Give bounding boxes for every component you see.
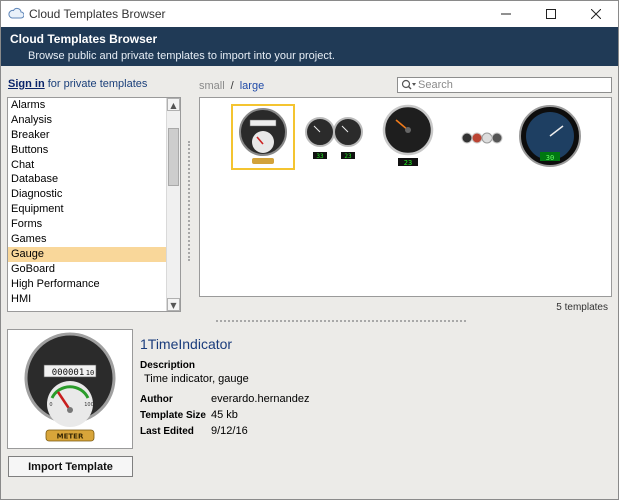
author-row: Author everardo.hernandez <box>140 393 309 405</box>
window-title: Cloud Templates Browser <box>29 7 166 21</box>
view-small-link[interactable]: small <box>199 80 225 92</box>
template-thumb-1timeindicator[interactable] <box>231 104 295 170</box>
edited-value: 9/12/16 <box>211 425 248 437</box>
template-gallery: 33 23 23 30 <box>199 97 612 297</box>
horizontal-splitter[interactable] <box>216 320 466 322</box>
preview-counter: 000001 <box>52 368 85 378</box>
twin-gauge-icon: 33 23 <box>305 117 363 160</box>
header-title: Cloud Templates Browser <box>10 32 158 46</box>
template-thumb-speedometer[interactable]: 23 <box>378 104 442 170</box>
signin-link[interactable]: Sign in <box>8 78 45 90</box>
template-thumb-twin-gauges[interactable]: 33 23 <box>304 104 368 170</box>
category-item[interactable]: Equipment <box>8 202 166 217</box>
preview-counter-tail: 10 <box>86 369 94 377</box>
category-item[interactable]: Gauge <box>8 246 166 262</box>
template-thumb-mini-gauges[interactable] <box>455 104 519 170</box>
close-button[interactable] <box>573 1 618 27</box>
category-item[interactable]: Breaker <box>8 128 166 143</box>
scroll-up-arrow[interactable]: ▲ <box>167 98 180 111</box>
cloud-icon <box>8 7 24 19</box>
description-label: Description <box>140 360 196 371</box>
category-item[interactable]: Analysis <box>8 113 166 128</box>
edited-row: Last Edited 9/12/16 <box>140 425 248 437</box>
category-item[interactable]: HMI <box>8 292 166 307</box>
preview-meter-label: METER <box>57 433 84 441</box>
search-box[interactable] <box>397 77 612 93</box>
signin-text: for private templates <box>44 78 148 90</box>
view-separator: / <box>230 80 234 92</box>
speedometer-readout: 23 <box>404 159 412 166</box>
mini-gauges-icon <box>461 132 503 144</box>
category-item[interactable]: Alarms <box>8 98 166 113</box>
author-value: everardo.hernandez <box>211 393 310 405</box>
scroll-thumb[interactable] <box>168 128 179 186</box>
time-indicator-preview-icon: 000001 10 0 100 METER <box>24 332 116 442</box>
twin-gauge-readout-left: 33 <box>316 153 324 160</box>
maximize-icon <box>545 9 556 19</box>
template-thumb-blue-dial[interactable]: 30 <box>516 104 584 170</box>
speedometer-gauge-icon: 23 <box>382 104 434 167</box>
preview-scale-high: 100 <box>84 402 94 408</box>
author-label: Author <box>140 394 173 405</box>
category-item[interactable]: High Performance <box>8 277 166 292</box>
size-row: Template Size 45 kb <box>140 409 238 421</box>
signin-line: Sign in for private templates <box>8 78 147 90</box>
category-item[interactable]: Buttons <box>8 143 166 158</box>
size-value: 45 kb <box>211 409 238 421</box>
time-indicator-gauge-icon <box>239 108 287 164</box>
title-bar: Cloud Templates Browser <box>1 1 618 27</box>
maximize-button[interactable] <box>528 1 573 27</box>
category-item[interactable]: Games <box>8 232 166 247</box>
scroll-down-arrow[interactable]: ▼ <box>167 298 180 311</box>
template-name: 1TimeIndicator <box>140 336 233 352</box>
templates-count: 5 templates <box>556 302 608 313</box>
minimize-button[interactable] <box>483 1 528 27</box>
search-input[interactable] <box>418 78 608 92</box>
description-text: Time indicator, gauge <box>144 373 249 385</box>
view-large-link[interactable]: large <box>240 80 264 92</box>
preview-scale-low: 0 <box>49 402 52 408</box>
vertical-splitter[interactable] <box>188 141 190 261</box>
blue-dial-gauge-icon: 30 <box>519 105 581 167</box>
category-item[interactable]: GoBoard <box>8 262 166 277</box>
minimize-icon <box>500 13 511 15</box>
twin-gauge-readout-right: 23 <box>344 153 352 160</box>
blue-dial-readout: 30 <box>546 154 554 162</box>
category-scrollbar[interactable]: ▲ ▼ <box>166 98 180 311</box>
header-subtitle: Browse public and private templates to i… <box>28 50 335 62</box>
category-item[interactable]: Diagnostic <box>8 187 166 202</box>
size-label: Template Size <box>140 410 206 421</box>
window: Cloud Templates Browser Cloud Templates … <box>0 0 619 500</box>
close-icon <box>590 9 601 19</box>
edited-label: Last Edited <box>140 426 194 437</box>
header-banner: Cloud Templates Browser Browse public an… <box>1 27 618 66</box>
search-icon <box>401 79 416 90</box>
view-size-toggle: small / large <box>199 80 264 92</box>
category-item[interactable]: Database <box>8 172 166 187</box>
category-item[interactable]: Forms <box>8 217 166 232</box>
category-list[interactable]: Alarms Analysis Breaker Buttons Chat Database… <box>7 97 181 312</box>
template-preview: 000001 10 0 100 METER <box>7 329 133 449</box>
category-item[interactable]: Chat <box>8 158 166 173</box>
import-template-button[interactable]: Import Template <box>8 456 133 477</box>
